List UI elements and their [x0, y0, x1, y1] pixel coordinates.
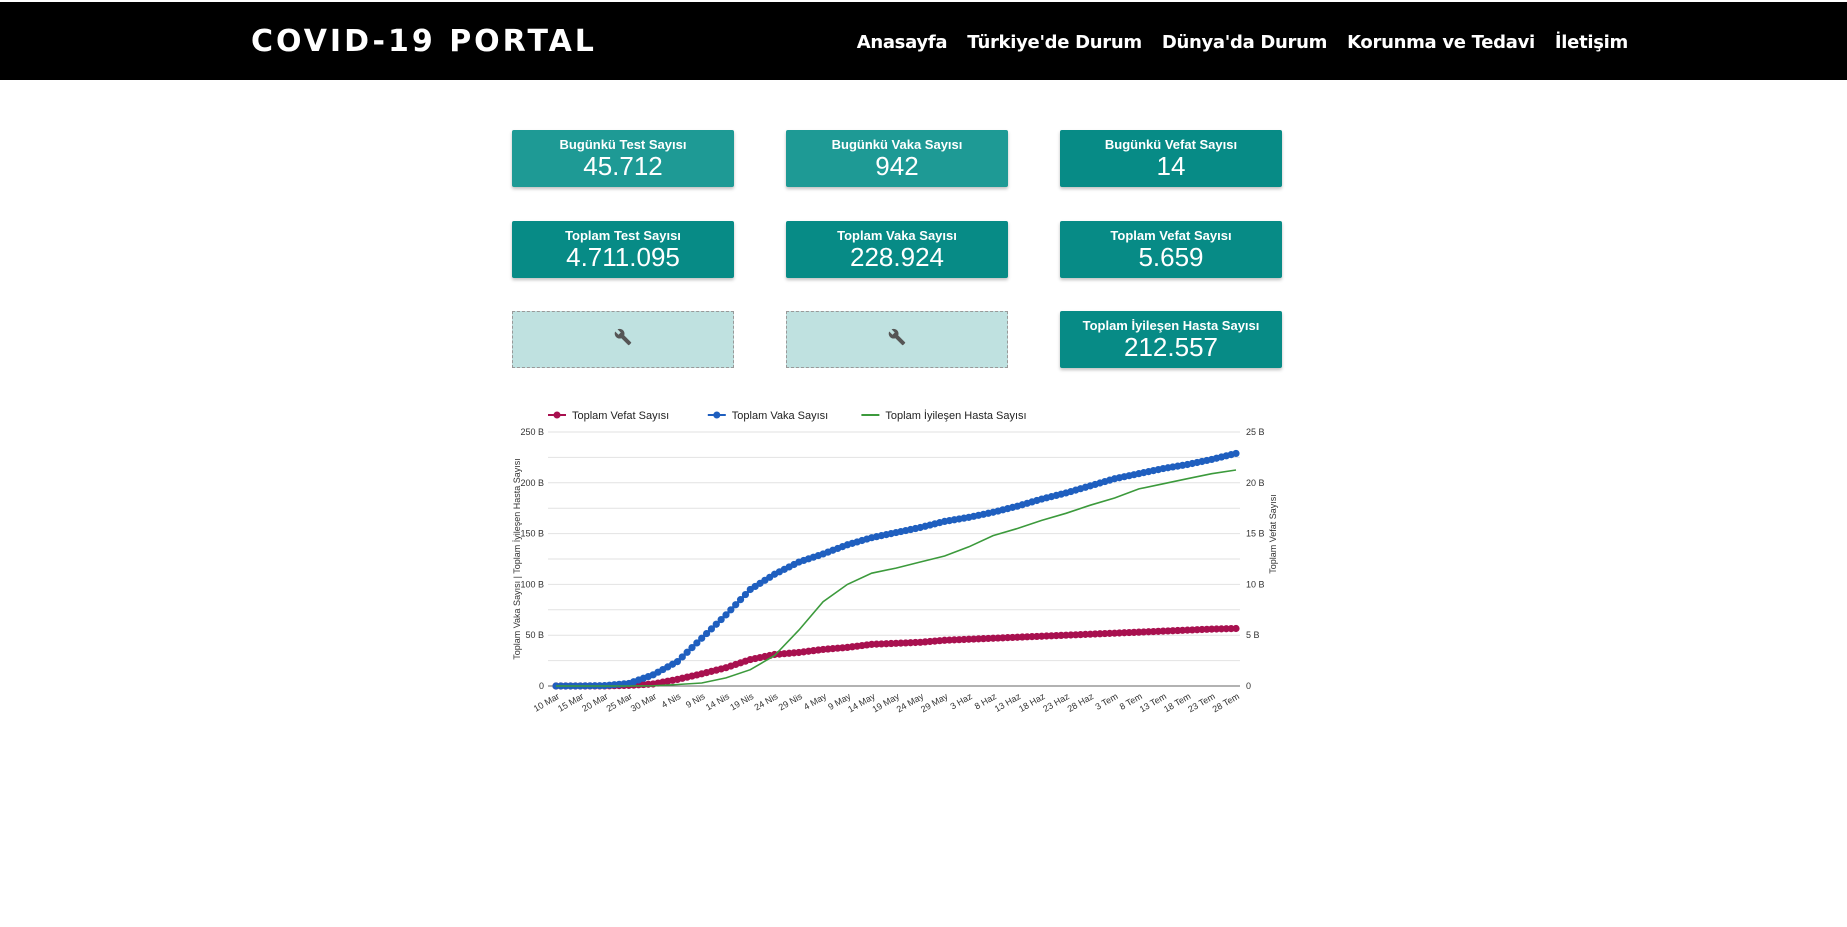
series-point-1: [1232, 449, 1240, 458]
x-axis-tick-label: 28 Tem: [1211, 691, 1241, 714]
card-value: 14: [1156, 151, 1186, 181]
series-point-0: [1232, 624, 1240, 633]
x-axis-tick-label: 4 May: [802, 691, 829, 712]
right-axis-tick-label: 0: [1246, 681, 1251, 691]
x-axis-tick-label: 23 Tem: [1186, 691, 1216, 714]
card-label: Toplam Vaka Sayısı: [837, 228, 957, 243]
placeholder-widget-2: [786, 311, 1008, 368]
x-axis-tick-label: 29 Nis: [777, 691, 805, 713]
card-today-deaths: Bugünkü Vefat Sayısı 14: [1060, 130, 1282, 187]
card-value: 5.659: [1138, 242, 1204, 272]
brand-title[interactable]: COVID-19 PORTAL: [251, 24, 597, 59]
right-axis-tick-label: 5 B: [1246, 630, 1260, 640]
left-axis-tick-label: 150 B: [520, 529, 544, 539]
left-axis-tick-label: 0: [539, 681, 544, 691]
x-axis-tick-label: 18 Haz: [1017, 691, 1047, 714]
right-axis-title: Toplam Vefat Sayısı: [1268, 494, 1278, 574]
card-label: Bugünkü Vaka Sayısı: [831, 137, 963, 152]
card-today-tests: Bugünkü Test Sayısı 45.712: [512, 130, 734, 187]
x-axis-tick-label: 29 May: [919, 691, 950, 715]
nav-link-turkey[interactable]: Türkiye'de Durum: [967, 32, 1142, 53]
card-value: 45.712: [583, 151, 663, 181]
series-line-2: [556, 469, 1237, 687]
x-axis-tick-label: 13 Haz: [993, 691, 1023, 714]
series-line-1: [555, 451, 1237, 688]
x-axis-tick-label: 20 Mar: [580, 691, 609, 714]
card-label: Bugünkü Test Sayısı: [559, 137, 687, 152]
right-axis-tick-label: 10 B: [1246, 579, 1265, 589]
card-label: Toplam Test Sayısı: [565, 228, 681, 243]
x-axis-tick-label: 18 Tem: [1162, 691, 1192, 714]
x-axis-tick-label: 24 Nis: [752, 691, 780, 713]
x-axis-tick-label: 3 Tem: [1093, 691, 1119, 712]
card-label: Toplam İyileşen Hasta Sayısı: [1082, 318, 1260, 333]
right-axis-tick-label: 20 B: [1246, 478, 1265, 488]
x-axis-tick-label: 19 Nis: [728, 691, 756, 713]
left-axis-tick-label: 100 B: [520, 579, 544, 589]
left-axis-tick-label: 200 B: [520, 478, 544, 488]
card-today-cases: Bugünkü Vaka Sayısı 942: [786, 130, 1008, 187]
legend-label: Toplam Vefat Sayısı: [572, 410, 669, 422]
covid-line-chart: 0 50 B 100 B 150 B 200 B 250 B 0 5 B 10 B 15 B 20 …: [512, 409, 1278, 715]
left-axis-tick-label: 50 B: [525, 630, 544, 640]
nav-link-world[interactable]: Dünya'da Durum: [1162, 32, 1328, 53]
x-axis-tick-label: 3 Haz: [948, 691, 974, 712]
x-axis-tick-label: 28 Haz: [1066, 691, 1096, 714]
card-value: 228.924: [850, 242, 944, 272]
right-axis-tick-label: 15 B: [1246, 529, 1265, 539]
card-value: 942: [875, 151, 919, 181]
x-axis-tick-label: 30 Mar: [629, 691, 658, 714]
x-axis-tick-label: 9 Nis: [684, 691, 707, 710]
left-axis-tick-label: 250 B: [520, 427, 544, 437]
x-axis-tick-label: 10 Mar: [532, 691, 561, 714]
wrench-icon: [888, 328, 906, 351]
left-axis-title: Toplam Vaka Sayısı | Toplam İyileşen Has…: [512, 458, 522, 660]
card-value: 4.711.095: [566, 242, 680, 272]
wrench-icon: [614, 328, 632, 351]
legend-label: Toplam Vaka Sayısı: [732, 410, 828, 422]
card-total-cases: Toplam Vaka Sayısı 228.924: [786, 221, 1008, 278]
card-total-recovered: Toplam İyileşen Hasta Sayısı 212.557: [1060, 311, 1282, 368]
x-axis-tick-label: 25 Mar: [605, 691, 634, 714]
series-line-0: [556, 627, 1237, 688]
x-axis-tick-label: 4 Nis: [660, 691, 683, 710]
legend-swatch-dot: [713, 411, 721, 419]
nav-link-protection[interactable]: Korunma ve Tedavi: [1347, 32, 1535, 53]
x-axis-tick-label: 13 Tem: [1138, 691, 1168, 714]
nav-links: Anasayfa Türkiye'de Durum Dünya'da Durum…: [857, 32, 1629, 53]
nav-link-contact[interactable]: İletişim: [1555, 32, 1628, 53]
card-value: 212.557: [1124, 332, 1218, 362]
x-axis-tick-label: 23 Haz: [1041, 691, 1071, 714]
legend-swatch-dot: [553, 411, 561, 419]
right-axis-tick-label: 25 B: [1246, 427, 1265, 437]
card-total-tests: Toplam Test Sayısı 4.711.095: [512, 221, 734, 278]
card-label: Toplam Vefat Sayısı: [1110, 228, 1232, 243]
card-label: Bugünkü Vefat Sayısı: [1104, 137, 1238, 152]
top-navbar: COVID-19 PORTAL Anasayfa Türkiye'de Duru…: [0, 2, 1847, 80]
x-axis-tick-label: 15 Mar: [556, 691, 585, 714]
x-axis-tick-label: 14 Nis: [704, 691, 732, 713]
card-total-deaths: Toplam Vefat Sayısı 5.659: [1060, 221, 1282, 278]
nav-link-home[interactable]: Anasayfa: [857, 32, 948, 53]
placeholder-widget-1: [512, 311, 734, 368]
legend-label: Toplam İyileşen Hasta Sayısı: [885, 409, 1026, 422]
